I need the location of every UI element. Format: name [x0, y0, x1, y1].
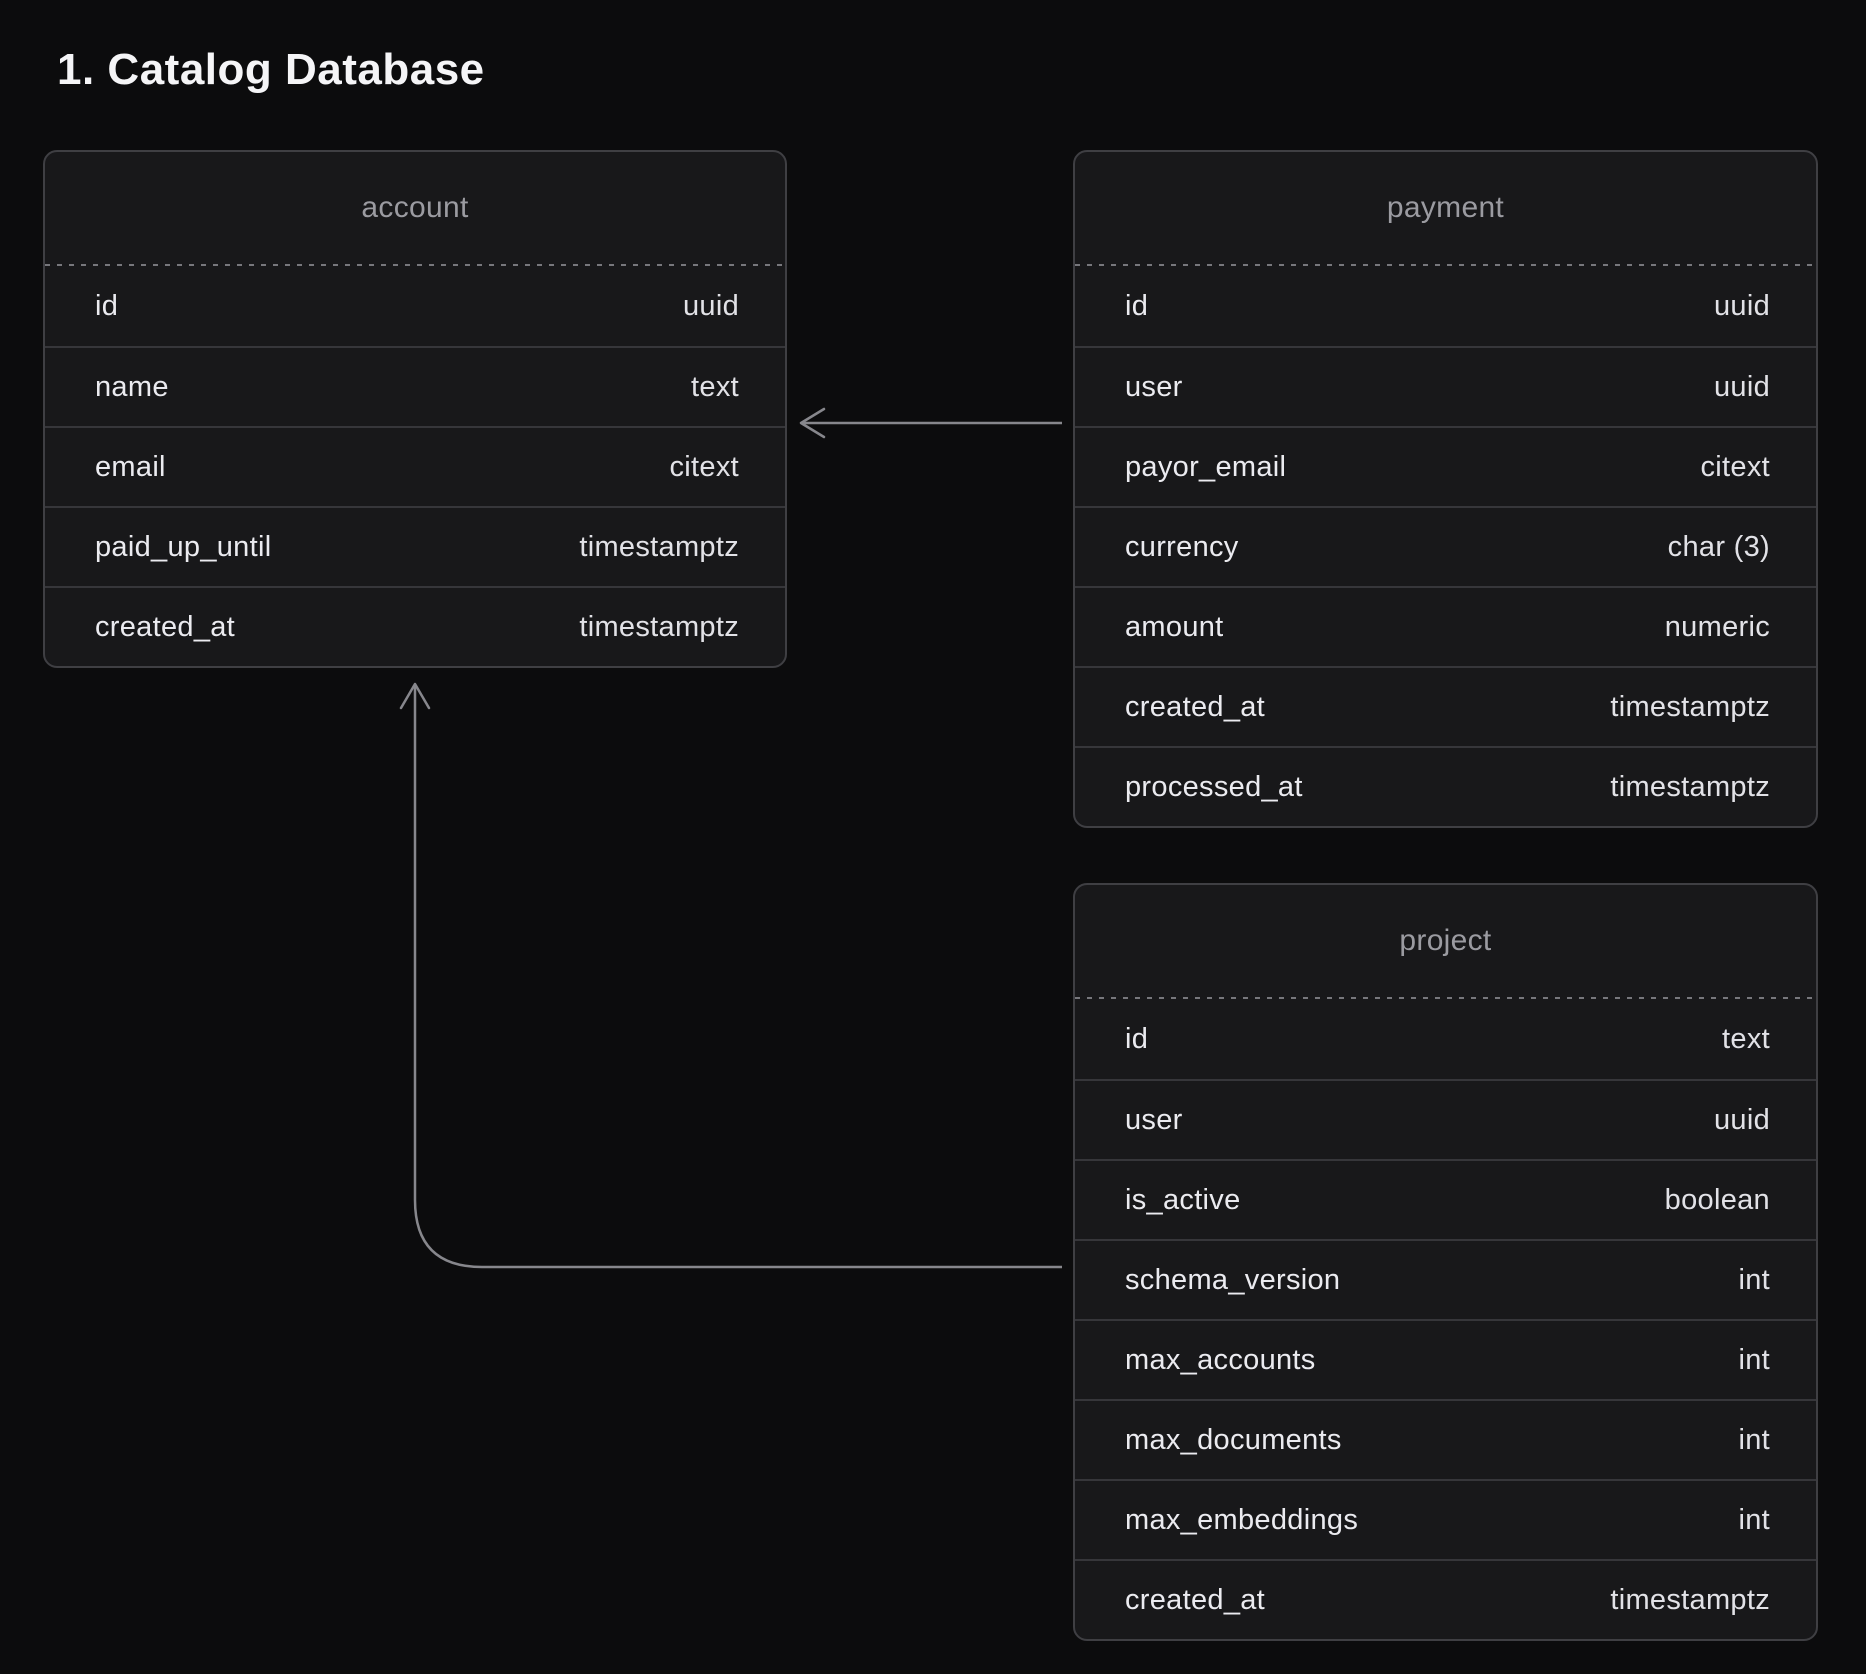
field-row-email[interactable]: email citext	[45, 426, 785, 506]
field-name: created_at	[95, 611, 235, 644]
field-name: max_embeddings	[1125, 1504, 1358, 1537]
field-row-id[interactable]: id uuid	[1075, 266, 1816, 346]
field-name: schema_version	[1125, 1264, 1340, 1297]
field-name: user	[1125, 1104, 1183, 1137]
field-name: id	[1125, 1023, 1148, 1056]
field-name: max_accounts	[1125, 1344, 1316, 1377]
relationship-project-to-account-line	[415, 685, 1062, 1267]
field-name: paid_up_until	[95, 531, 271, 564]
field-type: uuid	[1714, 371, 1770, 404]
field-type: text	[1722, 1023, 1770, 1056]
field-row-id[interactable]: id text	[1075, 999, 1816, 1079]
field-type: uuid	[683, 290, 739, 323]
field-row-currency[interactable]: currency char (3)	[1075, 506, 1816, 586]
field-name: max_documents	[1125, 1424, 1342, 1457]
diagram-canvas: 1. Catalog Database account id uuid name te…	[0, 0, 1866, 1674]
field-type: int	[1738, 1264, 1770, 1297]
field-type: citext	[670, 451, 740, 484]
field-row-created_at[interactable]: created_at timestamptz	[1075, 1559, 1816, 1639]
table-payment[interactable]: payment id uuid user uuid payor_email citext c…	[1073, 150, 1818, 828]
arrow-head-left-icon	[801, 409, 824, 437]
field-row-is_active[interactable]: is_active boolean	[1075, 1159, 1816, 1239]
table-project[interactable]: project id text user uuid is_active boolean sc…	[1073, 883, 1818, 1641]
field-name: email	[95, 451, 166, 484]
table-project-rows: id text user uuid is_active boolean schema_ver…	[1075, 999, 1816, 1639]
table-project-header[interactable]: project	[1075, 885, 1816, 997]
field-type: uuid	[1714, 1104, 1770, 1137]
table-project-title: project	[1399, 924, 1491, 958]
field-row-user[interactable]: user uuid	[1075, 346, 1816, 426]
field-type: timestamptz	[579, 611, 739, 644]
field-name: created_at	[1125, 1584, 1265, 1617]
field-type: timestamptz	[1610, 771, 1770, 804]
field-row-name[interactable]: name text	[45, 346, 785, 426]
field-type: citext	[1701, 451, 1771, 484]
field-name: id	[95, 290, 118, 323]
table-account[interactable]: account id uuid name text email citext paid_up…	[43, 150, 787, 668]
field-row-schema_version[interactable]: schema_version int	[1075, 1239, 1816, 1319]
field-name: processed_at	[1125, 771, 1303, 804]
field-type: int	[1738, 1424, 1770, 1457]
field-name: created_at	[1125, 691, 1265, 724]
field-name: payor_email	[1125, 451, 1286, 484]
table-payment-header[interactable]: payment	[1075, 152, 1816, 264]
field-type: timestamptz	[579, 531, 739, 564]
field-type: char (3)	[1668, 531, 1770, 564]
field-type: timestamptz	[1610, 691, 1770, 724]
field-row-max_embeddings[interactable]: max_embeddings int	[1075, 1479, 1816, 1559]
field-name: is_active	[1125, 1184, 1241, 1217]
field-type: uuid	[1714, 290, 1770, 323]
field-row-processed_at[interactable]: processed_at timestamptz	[1075, 746, 1816, 826]
field-row-user[interactable]: user uuid	[1075, 1079, 1816, 1159]
arrow-head-up-icon	[401, 684, 429, 708]
table-payment-rows: iduuiduseruuidpayor_emailcitextcurrencyc…	[1075, 266, 1816, 826]
field-row-created_at[interactable]: created_at timestamptz	[45, 586, 785, 666]
field-type: int	[1738, 1504, 1770, 1537]
table-payment-title: payment	[1387, 191, 1504, 225]
table-account-rows: iduuidnametextemailcitextpaid_up_untilti…	[45, 266, 785, 666]
field-type: int	[1738, 1344, 1770, 1377]
page-title: 1. Catalog Database	[57, 44, 485, 96]
field-type: text	[691, 371, 739, 404]
field-type: timestamptz	[1610, 1584, 1770, 1617]
field-row-id[interactable]: id uuid	[45, 266, 785, 346]
field-name: user	[1125, 371, 1183, 404]
field-type: boolean	[1665, 1184, 1770, 1217]
field-row-created_at[interactable]: created_at timestamptz	[1075, 666, 1816, 746]
field-row-max_accounts[interactable]: max_accounts int	[1075, 1319, 1816, 1399]
field-name: name	[95, 371, 169, 404]
field-row-amount[interactable]: amount numeric	[1075, 586, 1816, 666]
field-type: numeric	[1665, 611, 1770, 644]
field-row-max_documents[interactable]: max_documents int	[1075, 1399, 1816, 1479]
field-name: amount	[1125, 611, 1224, 644]
field-name: currency	[1125, 531, 1239, 564]
field-row-payor_email[interactable]: payor_email citext	[1075, 426, 1816, 506]
field-name: id	[1125, 290, 1148, 323]
table-account-header[interactable]: account	[45, 152, 785, 264]
field-row-paid_up_until[interactable]: paid_up_until timestamptz	[45, 506, 785, 586]
table-account-title: account	[361, 191, 468, 225]
